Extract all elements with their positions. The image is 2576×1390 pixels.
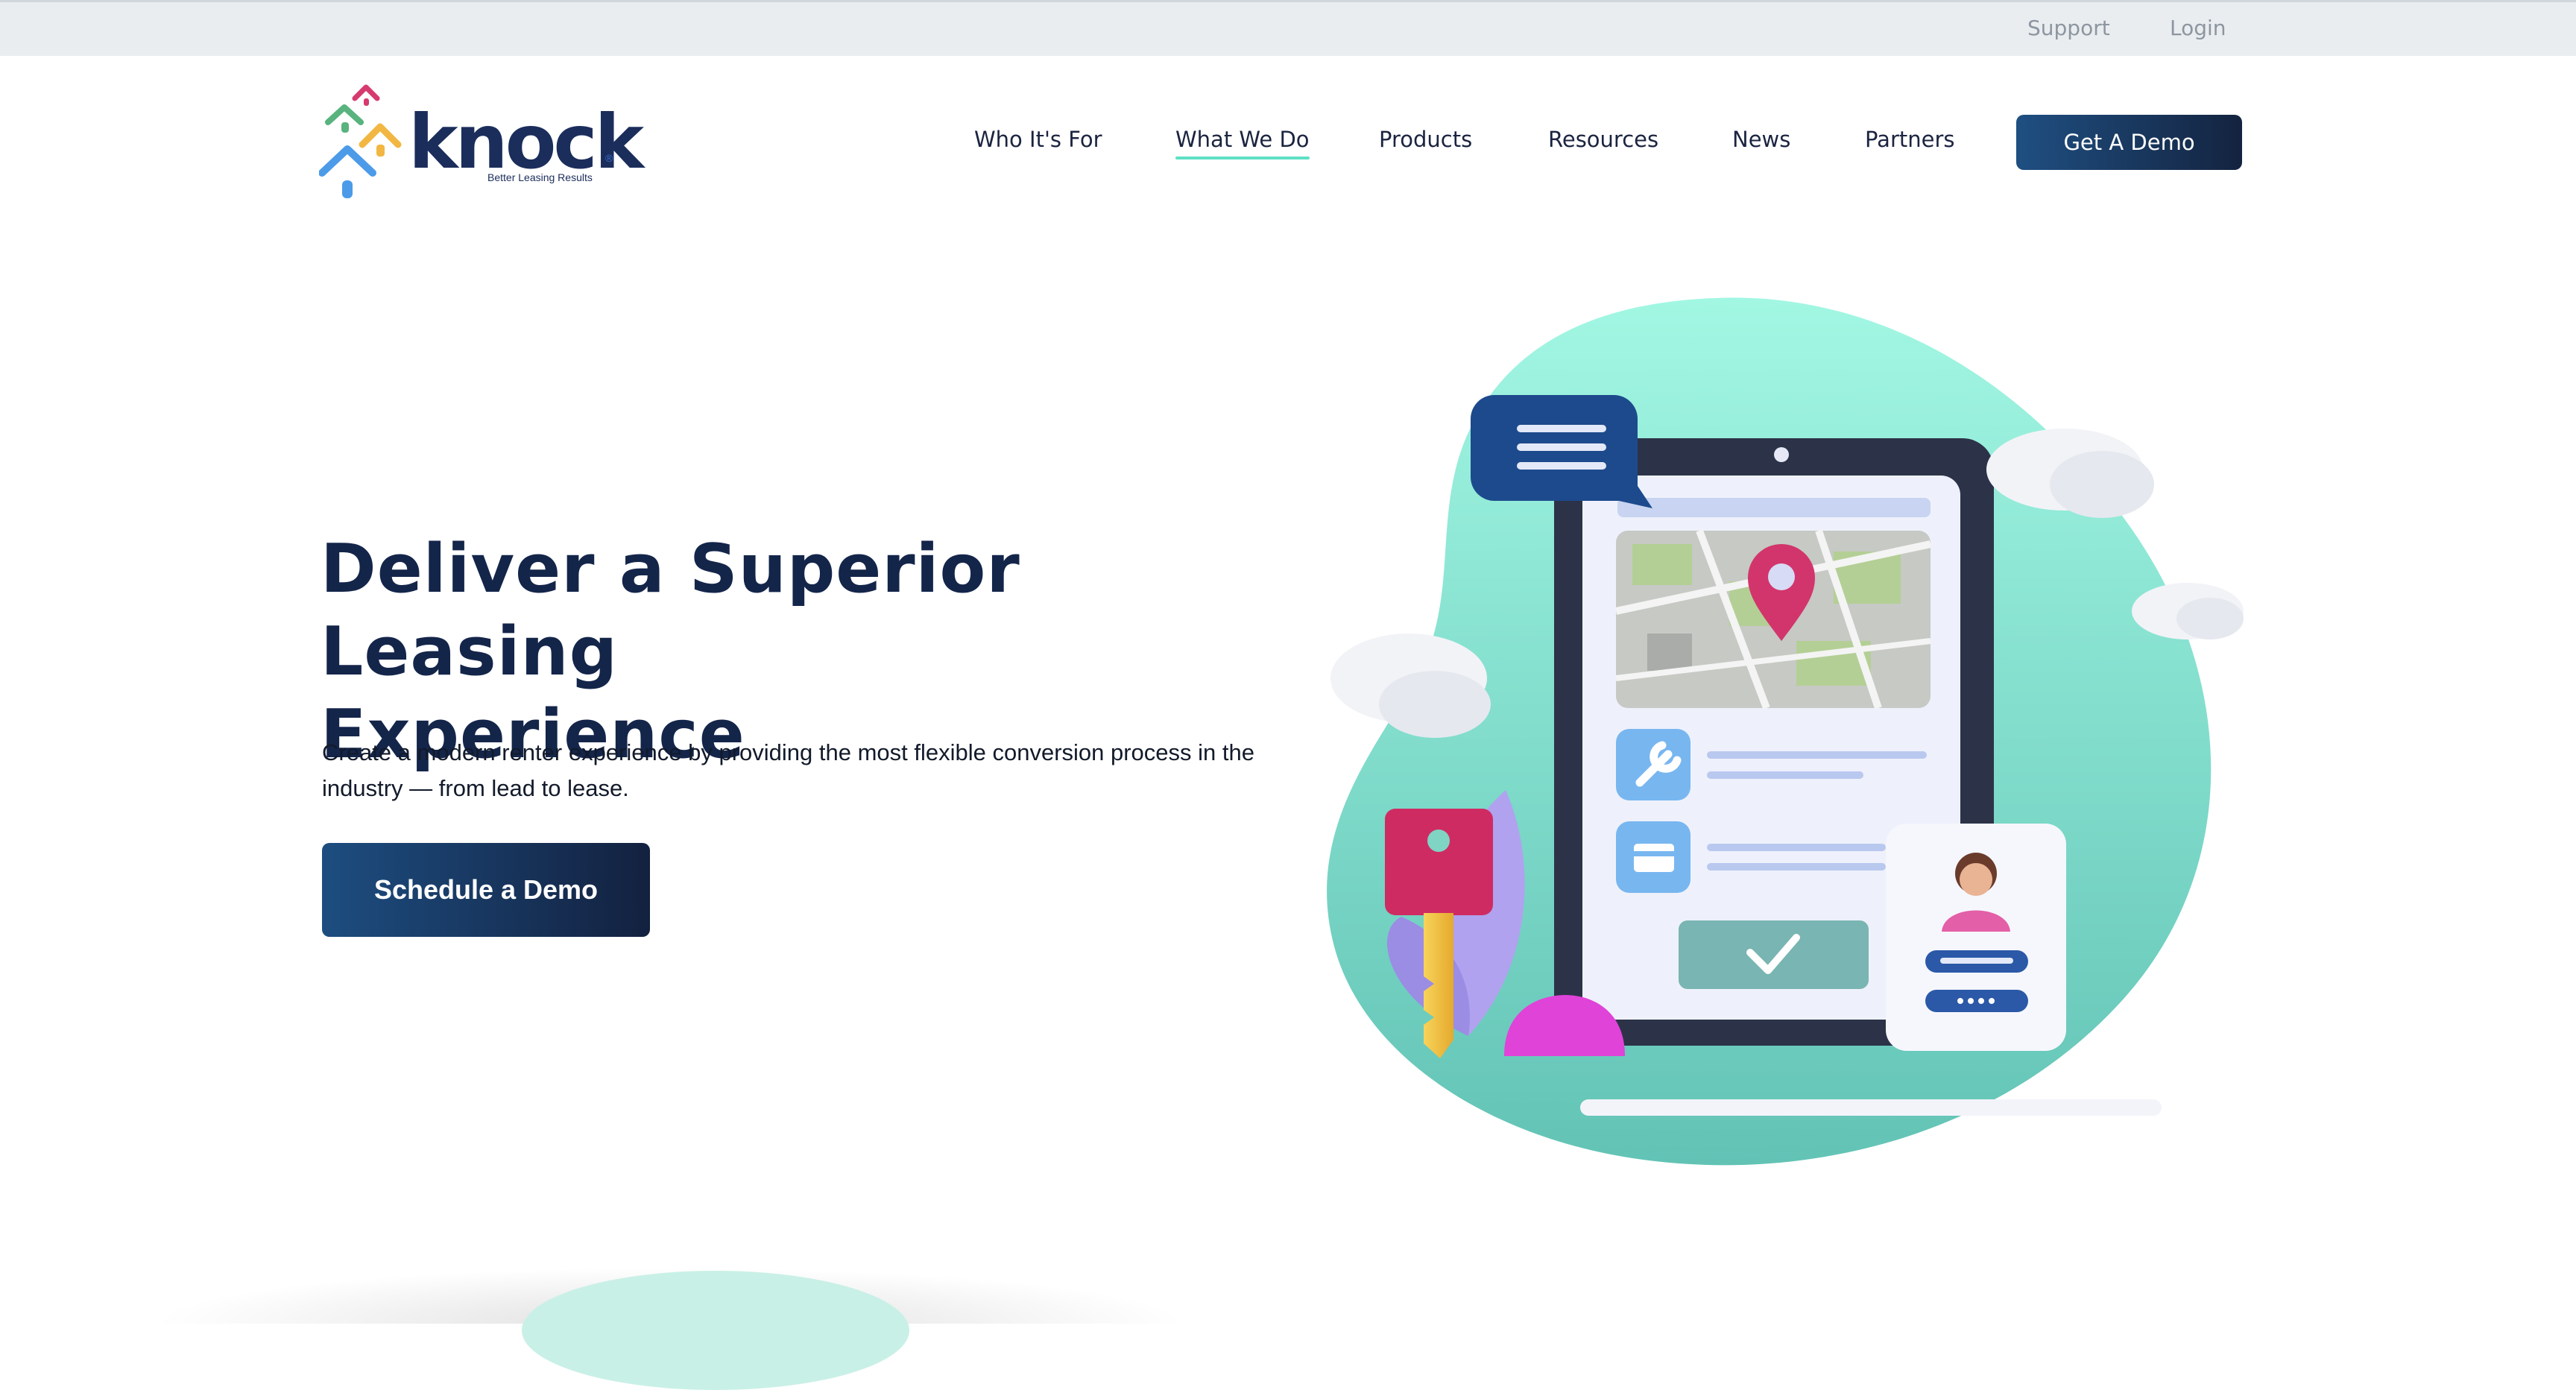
nav-products[interactable]: Products xyxy=(1379,127,1472,152)
nav-who-its-for[interactable]: Who It's For xyxy=(974,127,1102,152)
get-a-demo-button[interactable]: Get A Demo xyxy=(2016,115,2242,170)
wrench-icon xyxy=(1616,729,1690,800)
schedule-a-demo-button[interactable]: Schedule a Demo xyxy=(322,843,650,937)
login-link[interactable]: Login xyxy=(2170,16,2226,40)
knock-logo[interactable]: knock ® Better Leasing Results xyxy=(319,76,644,203)
utility-bar: Support Login xyxy=(0,0,2576,56)
next-section-blob xyxy=(522,1271,909,1390)
chat-bubble-icon xyxy=(1471,395,1652,508)
nav-what-we-do[interactable]: What We Do xyxy=(1175,127,1310,159)
nav-news[interactable]: News xyxy=(1732,127,1790,152)
nav-resources[interactable]: Resources xyxy=(1548,127,1658,152)
profile-avatar-icon xyxy=(1886,824,2066,1051)
support-link[interactable]: Support xyxy=(2027,16,2110,40)
hero-subcopy: Create a modern renter experience by pro… xyxy=(322,739,1254,801)
cloud-icon xyxy=(1330,634,1491,738)
ground-shadow xyxy=(1580,1099,2162,1116)
cloud-icon-3 xyxy=(2132,583,2244,639)
hero-illustration xyxy=(1327,297,2244,1166)
nav-partners[interactable]: Partners xyxy=(1865,127,1955,152)
logo-tagline: Better Leasing Results xyxy=(487,171,593,183)
credit-card-icon xyxy=(1616,821,1690,893)
tablet-camera xyxy=(1774,447,1789,462)
hero-headline-line1: Deliver a Superior Leasing xyxy=(321,530,1020,691)
checkmark-icon xyxy=(1679,920,1869,989)
houses-logo-icon xyxy=(319,84,402,198)
registered-mark: ® xyxy=(605,152,613,164)
